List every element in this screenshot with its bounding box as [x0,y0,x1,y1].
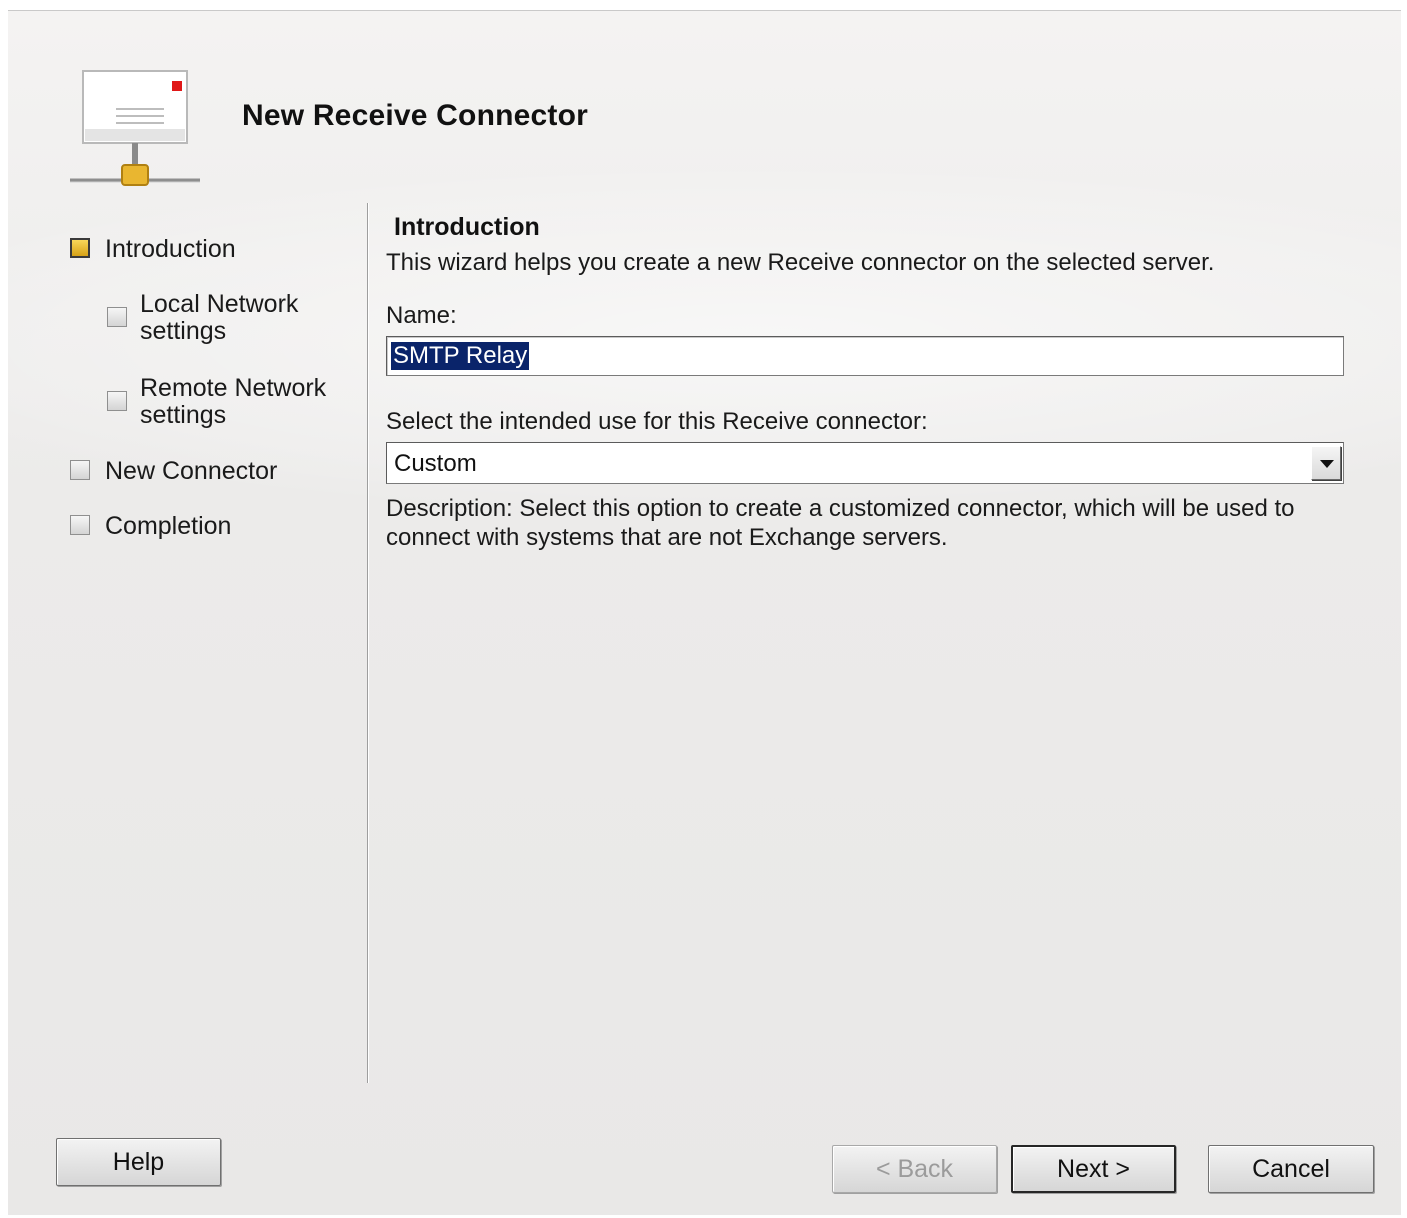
step-label-line1: Remote Network [140,374,327,402]
step-completion: Completion [105,512,232,540]
step-current-icon [70,238,90,258]
intro-text: This wizard helps you create a new Recei… [386,249,1215,276]
vertical-divider [367,203,368,1083]
intended-use-label: Select the intended use for this Receive… [386,408,928,435]
step-pending-icon [107,391,127,411]
cancel-button[interactable]: Cancel [1208,1145,1374,1193]
help-button[interactable]: Help [56,1138,221,1186]
step-pending-icon [70,460,90,480]
intended-use-value: Custom [394,450,477,477]
section-title: Introduction [394,213,540,241]
step-pending-icon [107,307,127,327]
step-local-network-settings: Local Network settings [140,291,298,345]
name-input[interactable]: SMTP Relay [386,336,1344,376]
chevron-down-icon[interactable] [1311,446,1341,480]
step-remote-network-settings: Remote Network settings [140,375,326,429]
description-line-1: Description: Select this option to creat… [386,495,1295,522]
step-introduction: Introduction [105,235,236,263]
description-line-2: connect with systems that are not Exchan… [386,524,948,551]
step-pending-icon [70,515,90,535]
name-label: Name: [386,302,457,329]
next-button[interactable]: Next > [1011,1145,1176,1193]
wizard-window: New Receive Connector Introduction Local… [8,10,1401,1215]
wizard-title: New Receive Connector [242,99,588,132]
mail-connector-icon [70,70,200,186]
name-input-value: SMTP Relay [391,342,530,370]
step-label-line2: settings [140,317,227,345]
step-label-line2: settings [140,401,227,429]
step-label-line1: Local Network [140,290,299,318]
step-new-connector: New Connector [105,457,278,485]
intended-use-select[interactable]: Custom [386,442,1344,484]
back-button[interactable]: < Back [832,1145,997,1193]
